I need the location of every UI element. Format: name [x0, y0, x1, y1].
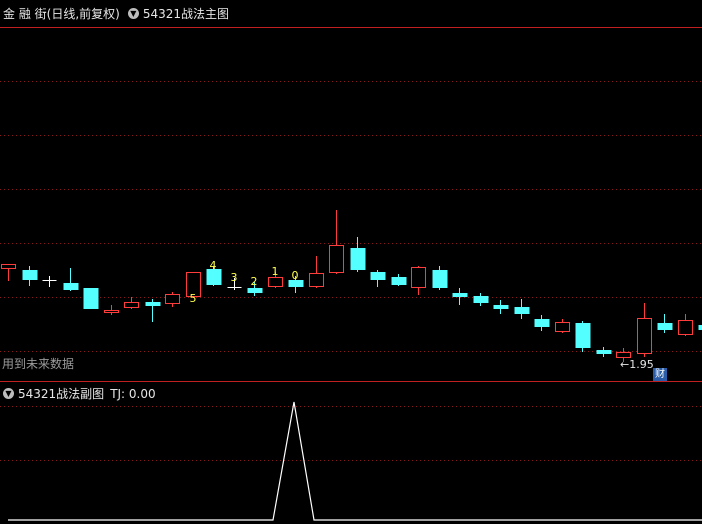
candle-body [637, 318, 652, 354]
chevron-down-icon[interactable]: ▼ [127, 8, 139, 19]
sub-chart-title: ▼ 54321战法副图 TJ: 0.00 [3, 385, 156, 402]
stock-name: 金 融 街 [3, 7, 47, 21]
candle-body [370, 272, 386, 280]
candle-body [350, 248, 366, 270]
countdown-marker: 1 [272, 265, 279, 278]
candle-body [596, 350, 612, 354]
candle-body [452, 293, 468, 297]
sub-indicator-name[interactable]: 54321战法副图 [18, 385, 104, 402]
sub-indicator-chart[interactable] [0, 382, 702, 524]
countdown-marker: 0 [292, 269, 299, 282]
tj-value: TJ: 0.00 [110, 386, 156, 401]
main-chart-panel[interactable]: 543210 金 融 街 (日线,前复权) ▼ 54321战法主图 用到未来数据… [0, 0, 702, 381]
candle-body [473, 296, 489, 303]
future-data-warning: 用到未来数据 [2, 357, 75, 371]
chart-mode: (日线,前复权) [46, 7, 120, 21]
candle-body [309, 273, 324, 287]
sub-chart-panel[interactable]: ▼ 54321战法副图 TJ: 0.00 [0, 382, 702, 524]
main-chart-title: 金 融 街 (日线,前复权) ▼ 54321战法主图 [3, 5, 229, 22]
candle-body [678, 320, 693, 335]
candle-body [22, 270, 38, 280]
candle-body [1, 264, 16, 269]
candle-body [616, 352, 631, 358]
candle-body [83, 288, 99, 309]
candle-body [104, 310, 119, 313]
candle-body [63, 283, 79, 290]
candle-body [657, 323, 673, 330]
candle-body [247, 288, 263, 293]
candle-body [329, 245, 344, 273]
countdown-marker: 2 [251, 275, 258, 288]
chevron-down-icon[interactable]: ▼ [3, 388, 14, 399]
candle-body [391, 277, 407, 285]
countdown-marker: 5 [190, 292, 197, 305]
candle-body [534, 319, 550, 327]
candle-body [698, 325, 702, 330]
main-indicator-name[interactable]: 54321战法主图 [143, 5, 229, 22]
candle-body [432, 270, 448, 288]
low-price-marker: ←1.95 [620, 358, 654, 371]
candle-body [575, 323, 591, 348]
candle-body [165, 294, 180, 304]
candle-body [145, 302, 161, 306]
candle-body [514, 307, 530, 314]
candle-body [493, 305, 509, 309]
countdown-marker: 3 [231, 271, 238, 284]
candle-body [124, 302, 139, 308]
finance-badge[interactable]: 财 [653, 368, 667, 381]
candle-body [411, 267, 426, 288]
countdown-marker: 4 [210, 259, 217, 272]
candle-body [268, 277, 283, 287]
candlestick-chart[interactable]: 543 21 0 [0, 0, 702, 381]
candle-body [555, 322, 570, 332]
